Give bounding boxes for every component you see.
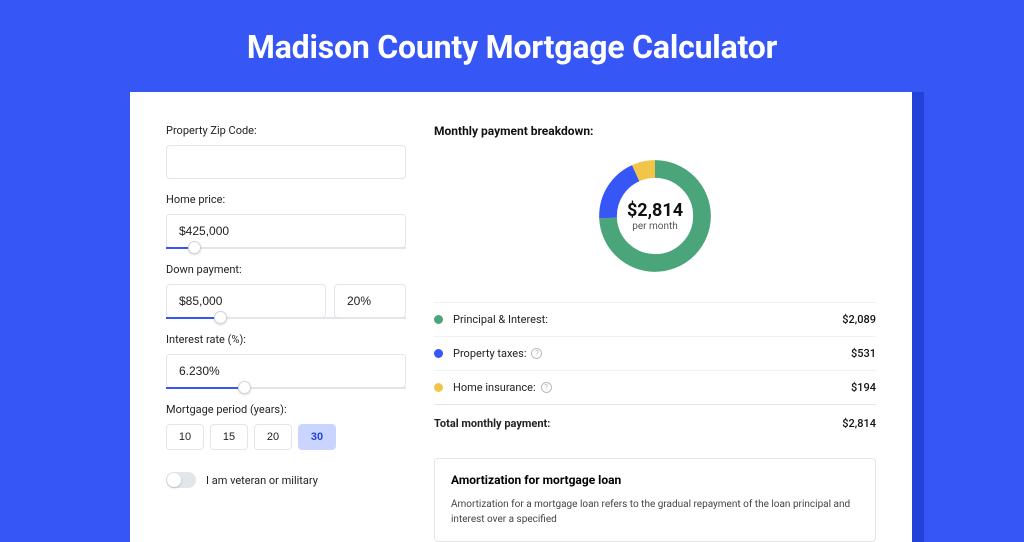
interest-rate-label: Interest rate (%): [166, 333, 406, 346]
veteran-toggle-knob [167, 473, 181, 487]
dot-icon [434, 315, 443, 324]
down-payment-slider[interactable] [166, 317, 406, 319]
veteran-toggle[interactable] [166, 472, 196, 488]
zip-label: Property Zip Code: [166, 124, 406, 137]
interest-rate-field: Interest rate (%): [166, 333, 406, 389]
period-buttons: 10 15 20 30 [166, 424, 406, 450]
page-title: Madison County Mortgage Calculator [0, 0, 1024, 92]
dot-icon [434, 349, 443, 358]
breakdown-value: $2,089 [842, 313, 876, 326]
home-price-slider[interactable] [166, 247, 406, 249]
breakdown-label: Principal & Interest: [453, 313, 842, 326]
breakdown-label: Home insurance:? [453, 381, 851, 394]
help-icon[interactable]: ? [531, 348, 542, 359]
help-icon[interactable]: ? [541, 382, 552, 393]
interest-rate-slider-thumb[interactable] [238, 381, 251, 394]
veteran-label: I am veteran or military [206, 474, 318, 487]
donut-center: $2,814 per month [593, 154, 717, 278]
donut-sub: per month [632, 221, 678, 232]
breakdown-label: Property taxes:? [453, 347, 851, 360]
period-btn-10[interactable]: 10 [166, 424, 204, 450]
down-payment-label: Down payment: [166, 263, 406, 276]
dot-icon [434, 383, 443, 392]
period-field: Mortgage period (years): 10 15 20 30 [166, 403, 406, 450]
down-payment-pct-input[interactable] [334, 284, 406, 318]
total-value: $2,814 [842, 417, 876, 430]
zip-field: Property Zip Code: [166, 124, 406, 179]
breakdown-title: Monthly payment breakdown: [434, 124, 876, 138]
down-payment-slider-thumb[interactable] [214, 311, 227, 324]
down-payment-slider-fill [166, 317, 214, 319]
home-price-slider-fill [166, 247, 188, 249]
breakdown-value: $194 [851, 381, 876, 394]
breakdown-row-insurance: Home insurance:? $194 [434, 370, 876, 404]
breakdown-column: Monthly payment breakdown: $2,814 per mo… [434, 124, 876, 542]
period-btn-30[interactable]: 30 [298, 424, 336, 450]
down-payment-field: Down payment: [166, 263, 406, 319]
donut-chart: $2,814 per month [593, 154, 717, 278]
total-label: Total monthly payment: [434, 417, 842, 430]
period-btn-20[interactable]: 20 [254, 424, 292, 450]
card-shadow: Property Zip Code: Home price: Down paym… [130, 92, 924, 542]
amortization-title: Amortization for mortgage loan [451, 473, 859, 487]
amortization-box: Amortization for mortgage loan Amortizat… [434, 458, 876, 542]
form-column: Property Zip Code: Home price: Down paym… [166, 124, 406, 542]
interest-rate-input[interactable] [166, 354, 406, 388]
period-label: Mortgage period (years): [166, 403, 406, 416]
breakdown-value: $531 [851, 347, 876, 360]
amortization-text: Amortization for a mortgage loan refers … [451, 497, 859, 527]
interest-rate-slider[interactable] [166, 387, 406, 389]
breakdown-total-row: Total monthly payment: $2,814 [434, 404, 876, 442]
home-price-label: Home price: [166, 193, 406, 206]
donut-amount: $2,814 [627, 200, 683, 221]
donut-chart-wrap: $2,814 per month [434, 154, 876, 278]
veteran-toggle-row: I am veteran or military [166, 472, 406, 488]
breakdown-row-taxes: Property taxes:? $531 [434, 336, 876, 370]
home-price-slider-thumb[interactable] [188, 241, 201, 254]
home-price-field: Home price: [166, 193, 406, 249]
down-payment-input[interactable] [166, 284, 326, 318]
home-price-input[interactable] [166, 214, 406, 248]
zip-input[interactable] [166, 145, 406, 179]
interest-rate-slider-fill [166, 387, 238, 389]
breakdown-row-principal: Principal & Interest: $2,089 [434, 302, 876, 336]
calculator-card: Property Zip Code: Home price: Down paym… [130, 92, 912, 542]
period-btn-15[interactable]: 15 [210, 424, 248, 450]
